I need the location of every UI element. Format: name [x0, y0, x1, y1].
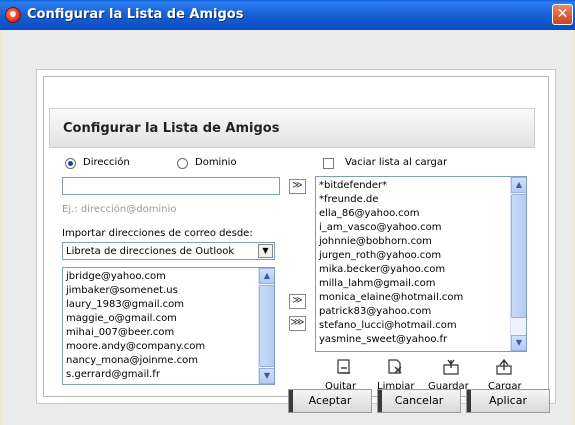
list-item[interactable]: johnnie@bobhorn.com	[319, 236, 432, 247]
cancelar-button[interactable]: Cancelar	[377, 389, 461, 413]
aceptar-button[interactable]: Aceptar	[288, 389, 372, 413]
window-title: Configurar la Lista de Amigos	[27, 7, 244, 22]
list-item[interactable]: jurgen_roth@yahoo.com	[319, 250, 441, 261]
page-title: Configurar la Lista de Amigos	[63, 121, 280, 136]
friends-list-scrollbar[interactable]: ▲ ▼	[510, 177, 526, 351]
load-icon[interactable]	[495, 359, 513, 375]
dialog-client: Configurar la Lista de Amigos Dirección …	[3, 30, 572, 425]
list-item[interactable]: patrick83@yahoo.com	[319, 306, 431, 317]
dominio-radio[interactable]	[177, 158, 188, 169]
title-bar: Configurar la Lista de Amigos ✕	[0, 0, 575, 30]
scroll-thumb[interactable]	[259, 285, 274, 367]
settings-panel: Configurar la Lista de Amigos Dirección …	[36, 69, 556, 404]
address-hint: Ej.: dirección@dominio	[62, 204, 177, 215]
app-logo-icon	[5, 7, 21, 23]
list-item[interactable]: ella_86@yahoo.com	[319, 208, 420, 219]
scroll-down-icon[interactable]: ▼	[511, 335, 526, 351]
chevron-down-icon[interactable]: ▼	[258, 244, 273, 258]
direccion-radio[interactable]	[65, 158, 76, 169]
list-item[interactable]: jimbaker@somenet.us	[66, 285, 178, 296]
list-item[interactable]: stefano_lucci@hotmail.com	[319, 320, 457, 331]
list-item[interactable]: jbridge@yahoo.com	[66, 271, 166, 282]
list-item[interactable]: monica_elaine@hotmail.com	[319, 292, 463, 303]
aplicar-button[interactable]: Aplicar	[466, 389, 550, 413]
scroll-up-icon[interactable]: ▲	[259, 268, 274, 284]
list-item[interactable]: moore.andy@company.com	[66, 341, 205, 352]
save-icon[interactable]	[442, 359, 460, 375]
list-item[interactable]: *bitdefender*	[319, 180, 387, 191]
vaciar-checkbox[interactable]	[323, 158, 334, 169]
close-button[interactable]: ✕	[552, 4, 573, 25]
scroll-thumb[interactable]	[511, 194, 526, 318]
import-source-value: Libreta de direcciones de Outlook	[66, 246, 235, 257]
list-item[interactable]: maggie_o@gmail.com	[66, 313, 177, 324]
vaciar-label: Vaciar lista al cargar	[345, 157, 448, 168]
scroll-up-icon[interactable]: ▲	[511, 177, 526, 193]
source-list-scrollbar[interactable]: ▲ ▼	[258, 268, 274, 384]
list-item[interactable]: i_am_vasco@yahoo.com	[319, 222, 442, 233]
list-item[interactable]: nancy_mona@joinme.com	[66, 355, 198, 366]
direccion-label: Dirección	[83, 157, 130, 168]
clear-list-icon[interactable]	[386, 359, 404, 375]
friends-list[interactable]: *bitdefender* *freunde.de ella_86@yahoo.…	[315, 176, 527, 352]
list-item[interactable]: *freunde.de	[319, 194, 378, 205]
list-item[interactable]: mihai_007@beer.com	[66, 327, 174, 338]
scroll-down-icon[interactable]: ▼	[259, 368, 274, 384]
import-label: Importar direcciones de correo desde:	[62, 228, 253, 239]
list-item[interactable]: s.gerrard@gmail.fr	[66, 369, 160, 380]
list-item[interactable]: mika.becker@yahoo.com	[319, 264, 445, 275]
import-source-select[interactable]: Libreta de direcciones de Outlook ▼	[62, 242, 275, 260]
remove-icon[interactable]	[335, 359, 353, 375]
list-item[interactable]: laury_1983@gmail.com	[66, 299, 184, 310]
list-item[interactable]: yasmine_sweet@yahoo.fr	[319, 334, 447, 345]
panel-header: Configurar la Lista de Amigos	[49, 108, 535, 148]
address-input[interactable]	[62, 177, 280, 195]
source-address-list[interactable]: jbridge@yahoo.com jimbaker@somenet.us la…	[62, 267, 275, 385]
add-selected-button[interactable]: ≫	[289, 294, 306, 309]
list-item[interactable]: milla_lahm@gmail.com	[319, 278, 436, 289]
dominio-label: Dominio	[195, 157, 237, 168]
add-all-button[interactable]: ⋙	[289, 316, 306, 331]
add-address-button[interactable]: ≫	[289, 179, 306, 194]
